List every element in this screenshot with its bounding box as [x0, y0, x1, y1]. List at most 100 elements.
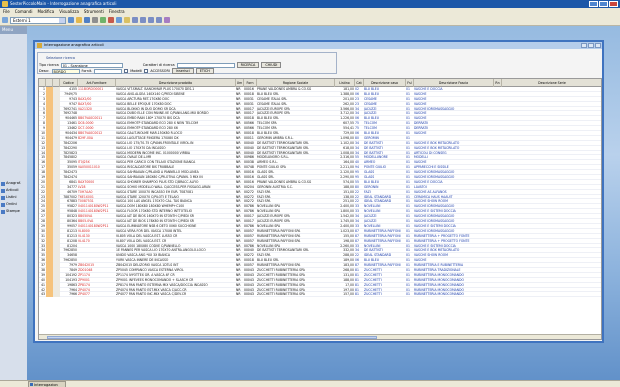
description-value: BORDO	[53, 69, 67, 74]
cell-desc: ZP4077 PAN PANTO INC.MIX VASCA C/DEV.CR	[116, 292, 187, 297]
cell-cat: 81	[355, 292, 359, 297]
models-checkbox[interactable]	[124, 69, 129, 73]
column-header[interactable]: Descrizione prodotto	[116, 79, 236, 87]
menu-visualizza[interactable]: Visualizza	[59, 8, 79, 15]
sidebar-item-label: Articoli	[6, 188, 19, 192]
column-header[interactable]: Descrizione Fascia	[414, 79, 494, 87]
column-header[interactable]: Codice	[60, 79, 78, 87]
filter-icon[interactable]	[124, 17, 130, 23]
cell-serie	[502, 292, 601, 297]
column-header[interactable]: Rn	[494, 79, 502, 87]
horizontal-scrollbar[interactable]	[39, 334, 601, 339]
child-minimize-button[interactable]	[581, 43, 587, 48]
description-label: Descr.	[39, 69, 50, 73]
sidebar-list: Anagraf. Articoli Listini Ordini Stampe	[1, 180, 21, 215]
scrollbar-thumb[interactable]	[47, 336, 377, 339]
search-type-select[interactable]: 01 - Scansione	[60, 62, 123, 68]
menu-finestra[interactable]: Finestra	[109, 8, 125, 15]
cell-code: 7966	[69, 292, 77, 297]
next-record-icon[interactable]	[148, 17, 154, 23]
column-header[interactable]	[53, 79, 60, 87]
folder-icon	[1, 209, 5, 214]
sidebar-item-listini[interactable]: Listini	[1, 194, 21, 201]
description-input[interactable]: BORDO	[51, 68, 80, 74]
taskbar-tab[interactable]: Interrogazion	[28, 381, 66, 387]
maximize-button[interactable]	[599, 1, 608, 7]
column-header[interactable]: Listino	[335, 79, 355, 87]
search-icon[interactable]	[116, 17, 122, 23]
window-controls	[589, 1, 618, 7]
save-icon[interactable]	[84, 17, 90, 23]
delete-icon[interactable]	[108, 17, 114, 23]
search-panel-legend: Selezione ricerca	[46, 56, 75, 60]
column-header[interactable]: Um	[236, 79, 244, 87]
search-chars-input[interactable]	[176, 62, 235, 68]
column-header[interactable]: Cat	[355, 79, 364, 87]
menu-modifica[interactable]: Modifica	[37, 8, 54, 15]
print-icon[interactable]	[92, 17, 98, 23]
child-title: Interrogazione anagrafica articoli	[44, 43, 104, 47]
insert-button[interactable]: Inserisci	[171, 68, 194, 74]
folder-icon	[1, 202, 5, 207]
cell-art: ZP4077	[78, 292, 90, 297]
app-title: SesterPiccoloMain - Interrogazione anagr…	[10, 1, 117, 6]
search-row-2: Descr. BORDO Fornit. Modelli ACCESSORI I…	[39, 68, 214, 74]
menu-strumenti[interactable]: Strumenti	[84, 8, 104, 15]
row-number: 43	[41, 292, 45, 297]
column-header[interactable]: Ragione Sociale	[257, 79, 335, 87]
row-indicator	[53, 292, 60, 298]
statusbar: Interrogazion	[0, 380, 620, 387]
row-selector	[46, 292, 53, 298]
sidebar-item-articoli[interactable]: Articoli	[1, 187, 21, 194]
cell-rag: ZUCCHETTI RUBINETTERIA SPA	[257, 292, 305, 297]
menu-file[interactable]: File	[3, 8, 10, 15]
child-controls	[581, 43, 601, 48]
search-button[interactable]: RICERCA	[236, 62, 260, 68]
search-type-value: 01 - Scansione	[62, 63, 88, 68]
context-select[interactable]: Esterni 1	[10, 16, 66, 24]
window-icon	[37, 43, 42, 48]
minimize-button[interactable]	[589, 1, 598, 7]
cell-fascia: RUBINETTERIA MONOCOMANDO	[414, 292, 464, 297]
column-header[interactable]: Forn	[244, 79, 257, 87]
accessories-checkbox[interactable]	[144, 69, 149, 73]
table-row[interactable]: 43 7966 ZP4077 ZP4077 PAN PANTO INC.MIX VAS…	[39, 292, 601, 298]
accessories-checkbox-label: ACCESSORI	[150, 69, 170, 73]
new-icon[interactable]	[68, 17, 74, 23]
column-header[interactable]: Art.Fornitore	[78, 79, 116, 87]
folder-icon[interactable]	[76, 17, 82, 23]
menu-comandi[interactable]: Comandi	[15, 8, 33, 15]
child-maximize-button[interactable]	[588, 43, 594, 48]
column-header[interactable]	[39, 79, 46, 87]
help-icon[interactable]	[164, 17, 170, 23]
cell-rn	[494, 292, 502, 297]
sidebar-item-stampe[interactable]: Stampe	[1, 208, 21, 215]
sidebar-item-anagraf[interactable]: Anagraf.	[1, 180, 21, 187]
close-search-button[interactable]: CHIUDI	[261, 62, 282, 68]
sidebar-item-label: Listini	[6, 195, 17, 199]
models-checkbox-label: Modelli	[130, 69, 143, 73]
articles-grid[interactable]: Codice Art.Fornitore Descrizione prodotto U…	[38, 78, 602, 340]
child-close-button[interactable]	[595, 43, 601, 48]
column-header[interactable]	[46, 79, 53, 87]
column-header[interactable]: Descrizione casa	[364, 79, 406, 87]
close-button[interactable]	[609, 1, 618, 7]
grid-body: 1 4155 111BORDO0001 VASCA VIT.SMALT. BANCHM…	[39, 87, 601, 298]
sidebar-header: Menu	[0, 26, 27, 34]
prev-record-icon[interactable]	[140, 17, 146, 23]
first-record-icon[interactable]	[132, 17, 138, 23]
grid-header: Codice Art.Fornitore Descrizione prodotto U…	[39, 79, 601, 87]
column-header[interactable]: Fsl	[406, 79, 414, 87]
cell-um: NR	[236, 292, 241, 297]
supplier-input[interactable]	[94, 68, 123, 74]
sidebar-item-ordini[interactable]: Ordini	[1, 201, 21, 208]
context-select-value: Esterni 1	[13, 17, 31, 23]
cell-casa: ZUCCHETTI	[364, 292, 382, 297]
folder-icon	[1, 195, 5, 200]
toolbar: Esterni 1	[0, 15, 620, 26]
last-record-icon[interactable]	[156, 17, 162, 23]
label-button[interactable]: ETICH	[195, 68, 214, 74]
column-header[interactable]: Descrizione Serie	[502, 79, 601, 87]
back-icon[interactable]	[2, 17, 8, 23]
refresh-icon[interactable]	[100, 17, 106, 23]
